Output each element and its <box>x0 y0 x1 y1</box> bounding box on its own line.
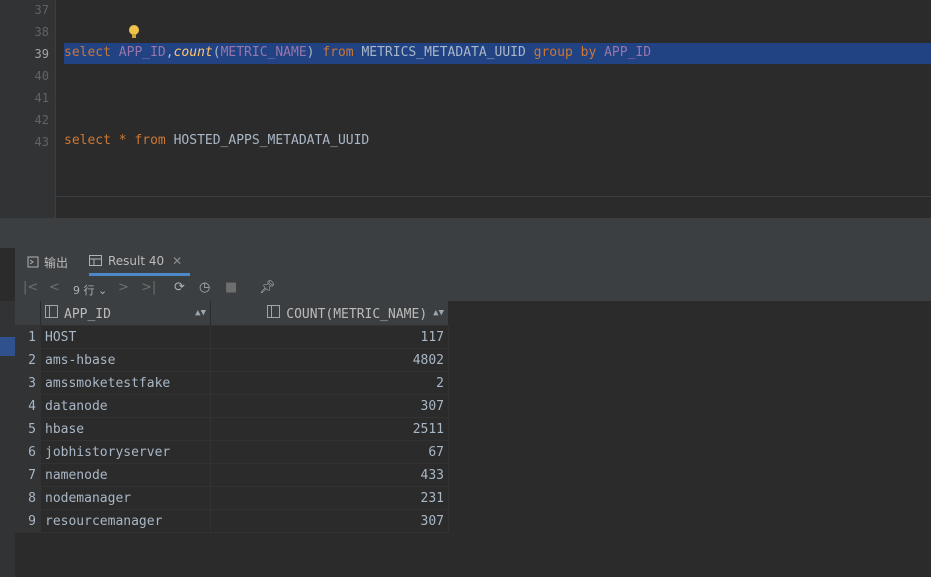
output-icon <box>27 256 39 268</box>
next-page-icon[interactable]: > <box>118 280 129 295</box>
tab-output[interactable]: 输出 <box>27 248 68 276</box>
column-header-count[interactable]: COUNT(METRIC_NAME) ▲▼ <box>210 301 449 326</box>
row-number: 9 <box>15 509 41 533</box>
cell-count[interactable]: 2511 <box>210 417 449 441</box>
sort-icon[interactable]: ▲▼ <box>433 308 444 318</box>
editor-gutter: 37 38 39 40 41 42 43 <box>15 0 56 218</box>
lightbulb-icon[interactable] <box>128 24 140 40</box>
results-tab-bar: 输出 Result 40 ✕ <box>15 248 931 277</box>
line-number: 38 <box>34 25 49 39</box>
line-number: 40 <box>34 69 49 83</box>
row-number: 2 <box>15 348 41 372</box>
selection-marker <box>0 337 15 356</box>
column-icon <box>45 304 58 318</box>
column-icon <box>267 304 281 318</box>
sort-icon[interactable]: ▲▼ <box>195 308 206 318</box>
row-number-header <box>15 301 41 326</box>
cell-app-id[interactable]: amssmoketestfake <box>40 371 211 395</box>
line-number: 41 <box>34 91 49 105</box>
cell-app-id[interactable]: resourcemanager <box>40 509 211 533</box>
line-number: 37 <box>34 3 49 17</box>
table-row[interactable]: 9 resourcemanager 307 <box>15 509 449 533</box>
table-row[interactable]: 1 HOST 117 <box>15 325 449 349</box>
cell-app-id[interactable]: jobhistoryserver <box>40 440 211 464</box>
row-number: 6 <box>15 440 41 464</box>
row-number: 3 <box>15 371 41 395</box>
tab-label: 输出 <box>44 255 69 270</box>
row-number: 8 <box>15 486 41 510</box>
last-page-icon[interactable]: >| <box>141 280 156 295</box>
cell-count[interactable]: 433 <box>210 463 449 487</box>
row-count-dropdown[interactable]: 9 行 ⌄ <box>73 282 107 298</box>
previous-page-icon[interactable]: < <box>49 280 60 295</box>
cell-count[interactable]: 307 <box>210 509 449 533</box>
tab-label: Result 40 <box>108 253 165 268</box>
results-table: APP_ID ▲▼ COUNT(METRIC_NAME) ▲▼ 1 HOST 117 2… <box>15 301 449 533</box>
cell-count[interactable]: 231 <box>210 486 449 510</box>
row-number: 1 <box>15 325 41 349</box>
table-row[interactable]: 2 ams-hbase 4802 <box>15 348 449 372</box>
cell-app-id[interactable]: HOST <box>40 325 211 349</box>
left-tool-strip <box>0 0 15 218</box>
tab-result-40[interactable]: Result 40 ✕ <box>89 248 191 276</box>
column-header-app-id[interactable]: APP_ID ▲▼ <box>40 301 211 326</box>
chevron-down-icon: ⌄ <box>98 284 108 297</box>
table-row[interactable]: 7 namenode 433 <box>15 463 449 487</box>
line-number: 43 <box>34 135 49 149</box>
row-number: 5 <box>15 417 41 441</box>
query-line-2[interactable]: select * from HOSTED_APPS_METADATA_UUID <box>64 133 369 148</box>
history-clock-icon[interactable]: ◷ <box>199 280 210 295</box>
table-icon <box>89 255 102 266</box>
close-icon[interactable]: ✕ <box>172 254 182 268</box>
cell-app-id[interactable]: nodemanager <box>40 486 211 510</box>
cell-app-id[interactable]: hbase <box>40 417 211 441</box>
first-page-icon[interactable]: |< <box>23 280 38 295</box>
table-row[interactable]: 8 nodemanager 231 <box>15 486 449 510</box>
line-number: 39 <box>34 47 49 61</box>
sql-editor[interactable] <box>56 0 931 196</box>
panel-splitter[interactable] <box>0 218 931 248</box>
editor-bottom-bar <box>56 196 931 219</box>
line-number: 42 <box>34 113 49 127</box>
table-row[interactable]: 3 amssmoketestfake 2 <box>15 371 449 395</box>
table-row[interactable]: 5 hbase 2511 <box>15 417 449 441</box>
row-number: 4 <box>15 394 41 418</box>
cell-count[interactable]: 67 <box>210 440 449 464</box>
pin-icon[interactable]: 📌︎ <box>259 280 276 295</box>
cell-app-id[interactable]: datanode <box>40 394 211 418</box>
row-number: 7 <box>15 463 41 487</box>
cell-count[interactable]: 2 <box>210 371 449 395</box>
cell-app-id[interactable]: ams-hbase <box>40 348 211 372</box>
row-count-label: 9 行 <box>73 284 95 297</box>
cell-count[interactable]: 4802 <box>210 348 449 372</box>
cell-app-id[interactable]: namenode <box>40 463 211 487</box>
cell-count[interactable]: 307 <box>210 394 449 418</box>
table-row[interactable]: 4 datanode 307 <box>15 394 449 418</box>
stop-icon[interactable]: ■ <box>225 280 237 295</box>
table-row[interactable]: 6 jobhistoryserver 67 <box>15 440 449 464</box>
refresh-icon[interactable]: ⟳ <box>174 280 185 295</box>
results-toolbar: |< < 9 行 ⌄ > >| ⟳ ◷ ■ 📌︎ <box>15 276 931 301</box>
cell-count[interactable]: 117 <box>210 325 449 349</box>
query-line-1[interactable]: select APP_ID,count(METRIC_NAME) from ME… <box>64 45 651 60</box>
